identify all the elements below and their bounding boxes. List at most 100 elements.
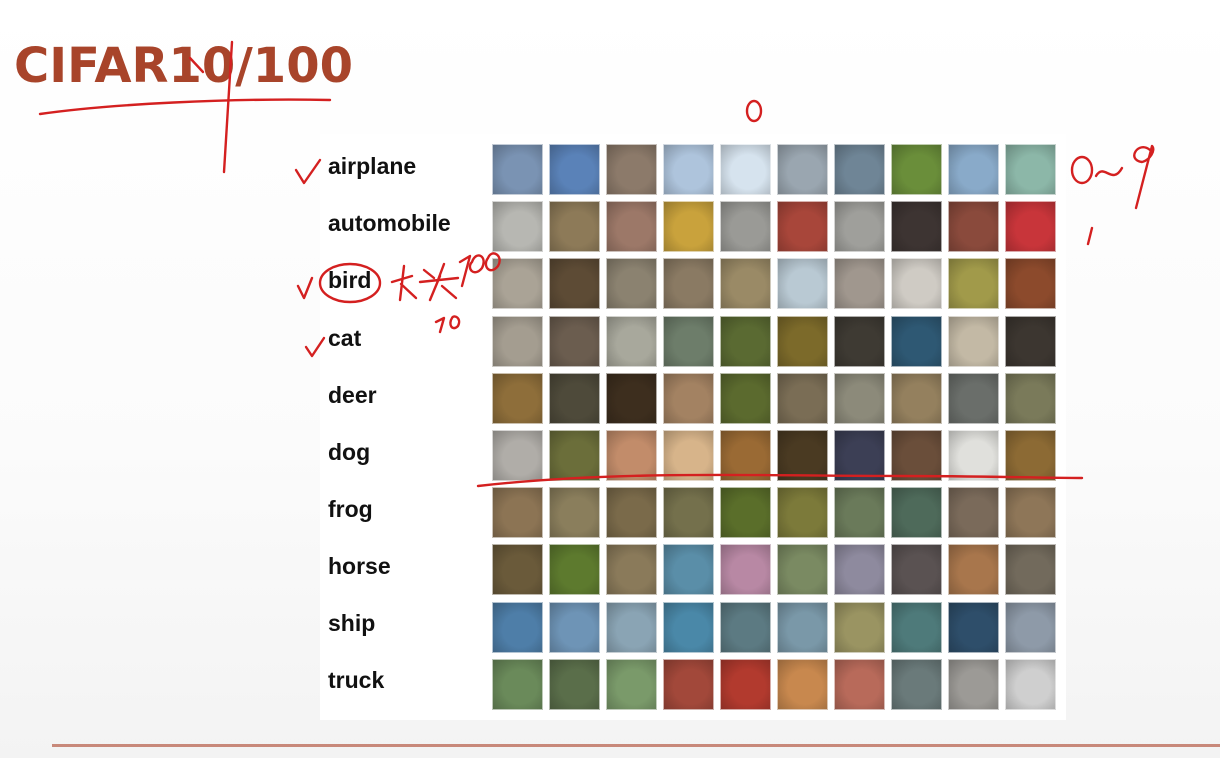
sample-image-deer-3 bbox=[606, 373, 657, 424]
sample-image-cat-2 bbox=[549, 316, 600, 367]
sample-image-automobile-7 bbox=[834, 201, 885, 252]
sample-image-cat-10 bbox=[1005, 316, 1056, 367]
sample-image-ship-9 bbox=[948, 602, 999, 653]
sample-image-cat-9 bbox=[948, 316, 999, 367]
sample-image-automobile-4 bbox=[663, 201, 714, 252]
sample-image-dog-10 bbox=[1005, 430, 1056, 481]
sample-image-automobile-10 bbox=[1005, 201, 1056, 252]
sample-image-bird-9 bbox=[948, 258, 999, 309]
sample-image-airplane-10 bbox=[1005, 144, 1056, 195]
sample-image-truck-9 bbox=[948, 659, 999, 710]
sample-image-truck-7 bbox=[834, 659, 885, 710]
sample-image-truck-4 bbox=[663, 659, 714, 710]
sample-image-frog-2 bbox=[549, 487, 600, 538]
category-label-deer: deer bbox=[328, 382, 377, 408]
sample-image-airplane-3 bbox=[606, 144, 657, 195]
range-zero bbox=[1070, 155, 1094, 185]
sample-image-automobile-9 bbox=[948, 201, 999, 252]
category-label-frog: frog bbox=[328, 496, 373, 522]
sample-image-airplane-1 bbox=[492, 144, 543, 195]
sample-image-cat-3 bbox=[606, 316, 657, 367]
sample-image-airplane-4 bbox=[663, 144, 714, 195]
sample-image-frog-4 bbox=[663, 487, 714, 538]
slide-title: CIFAR10/100 bbox=[14, 38, 353, 94]
category-label-airplane: airplane bbox=[328, 153, 417, 179]
checkmark-airplane bbox=[294, 158, 322, 185]
sample-image-truck-5 bbox=[720, 659, 771, 710]
zero-mark-above-grid bbox=[745, 99, 763, 123]
title-underline-stroke bbox=[38, 98, 332, 116]
sample-image-horse-7 bbox=[834, 544, 885, 595]
sample-image-horse-9 bbox=[948, 544, 999, 595]
sample-image-airplane-8 bbox=[891, 144, 942, 195]
sample-image-automobile-6 bbox=[777, 201, 828, 252]
sample-image-frog-9 bbox=[948, 487, 999, 538]
sample-image-cat-8 bbox=[891, 316, 942, 367]
sample-image-horse-5 bbox=[720, 544, 771, 595]
sample-image-horse-3 bbox=[606, 544, 657, 595]
sample-image-deer-1 bbox=[492, 373, 543, 424]
sample-image-airplane-6 bbox=[777, 144, 828, 195]
sample-image-airplane-5 bbox=[720, 144, 771, 195]
sample-image-dog-9 bbox=[948, 430, 999, 481]
sample-image-airplane-2 bbox=[549, 144, 600, 195]
sample-image-airplane-7 bbox=[834, 144, 885, 195]
sample-image-deer-2 bbox=[549, 373, 600, 424]
sample-image-ship-7 bbox=[834, 602, 885, 653]
sample-image-deer-5 bbox=[720, 373, 771, 424]
sample-image-deer-6 bbox=[777, 373, 828, 424]
sample-image-horse-2 bbox=[549, 544, 600, 595]
sample-image-bird-4 bbox=[663, 258, 714, 309]
sample-image-automobile-5 bbox=[720, 201, 771, 252]
sample-image-truck-3 bbox=[606, 659, 657, 710]
checkmark-bird bbox=[296, 276, 314, 300]
sample-image-cat-4 bbox=[663, 316, 714, 367]
sample-image-frog-3 bbox=[606, 487, 657, 538]
sample-image-bird-3 bbox=[606, 258, 657, 309]
sample-image-dog-8 bbox=[891, 430, 942, 481]
sample-image-frog-1 bbox=[492, 487, 543, 538]
sample-image-bird-8 bbox=[891, 258, 942, 309]
category-label-cat: cat bbox=[328, 325, 362, 351]
sample-image-cat-6 bbox=[777, 316, 828, 367]
sample-image-bird-10 bbox=[1005, 258, 1056, 309]
sample-image-dog-1 bbox=[492, 430, 543, 481]
category-label-dog: dog bbox=[328, 439, 371, 465]
sample-image-deer-10 bbox=[1005, 373, 1056, 424]
sample-image-automobile-1 bbox=[492, 201, 543, 252]
sample-image-horse-1 bbox=[492, 544, 543, 595]
sample-image-automobile-2 bbox=[549, 201, 600, 252]
sample-image-truck-6 bbox=[777, 659, 828, 710]
sample-image-frog-6 bbox=[777, 487, 828, 538]
sample-image-deer-4 bbox=[663, 373, 714, 424]
sample-image-ship-8 bbox=[891, 602, 942, 653]
sample-image-bird-5 bbox=[720, 258, 771, 309]
sample-image-ship-4 bbox=[663, 602, 714, 653]
sample-image-deer-7 bbox=[834, 373, 885, 424]
sample-image-ship-10 bbox=[1005, 602, 1056, 653]
slide: CIFAR10/100 airplane automobile bird cat… bbox=[0, 0, 1220, 758]
sample-image-airplane-9 bbox=[948, 144, 999, 195]
sample-image-horse-6 bbox=[777, 544, 828, 595]
category-label-bird: bird bbox=[328, 267, 372, 293]
sample-image-truck-1 bbox=[492, 659, 543, 710]
sample-image-ship-1 bbox=[492, 602, 543, 653]
sample-image-deer-8 bbox=[891, 373, 942, 424]
sample-image-bird-2 bbox=[549, 258, 600, 309]
sample-image-truck-8 bbox=[891, 659, 942, 710]
one-mark bbox=[1086, 226, 1094, 246]
sample-image-bird-1 bbox=[492, 258, 543, 309]
range-tilde bbox=[1094, 166, 1124, 178]
sample-image-horse-8 bbox=[891, 544, 942, 595]
sample-image-automobile-3 bbox=[606, 201, 657, 252]
sample-image-ship-3 bbox=[606, 602, 657, 653]
sample-image-deer-9 bbox=[948, 373, 999, 424]
sample-image-ship-6 bbox=[777, 602, 828, 653]
category-label-ship: ship bbox=[328, 610, 376, 636]
category-label-horse: horse bbox=[328, 553, 391, 579]
sample-image-dog-6 bbox=[777, 430, 828, 481]
sample-image-bird-6 bbox=[777, 258, 828, 309]
sample-image-bird-7 bbox=[834, 258, 885, 309]
sample-image-frog-7 bbox=[834, 487, 885, 538]
sample-image-frog-5 bbox=[720, 487, 771, 538]
